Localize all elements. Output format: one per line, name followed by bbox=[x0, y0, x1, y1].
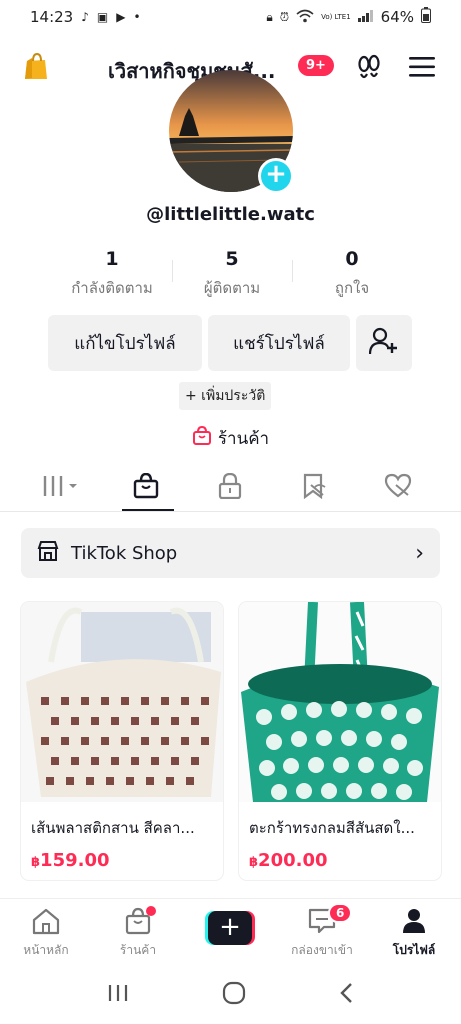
add-avatar-button[interactable]: + bbox=[258, 158, 294, 194]
profile-stats: 1 กำลังติดตาม 5 ผู้ติดตาม 0 ถูกใจ bbox=[52, 248, 412, 300]
nav-create[interactable]: + bbox=[184, 899, 276, 962]
product-card[interactable]: เส้นพลาสติกสาน สีคลา... ฿159.00 bbox=[21, 602, 223, 880]
product-currency: ฿ bbox=[31, 855, 41, 870]
profile-actions: แก้ไขโปรไฟล์ แชร์โปรไฟล์ bbox=[48, 315, 412, 371]
shopping-bag-tab-icon bbox=[133, 472, 159, 503]
followers-stat[interactable]: 5 ผู้ติดตาม bbox=[172, 248, 292, 300]
product-grid: เส้นพลาสติกสาน สีคลา... ฿159.00 ตะกร้าทร… bbox=[21, 602, 441, 880]
add-user-icon bbox=[368, 327, 399, 360]
bottom-nav: หน้าหลัก ร้านค้า + 6 กล่องขาเข้า โปรไฟล์ bbox=[0, 898, 461, 962]
following-count: 1 bbox=[105, 248, 119, 270]
tab-private[interactable] bbox=[188, 464, 272, 511]
product-price: ฿200.00 bbox=[239, 840, 441, 871]
status-time: 14:23 bbox=[30, 8, 74, 26]
username: @littlelittle.watc bbox=[146, 204, 315, 225]
create-button[interactable]: + bbox=[205, 911, 255, 945]
home-button-icon[interactable] bbox=[222, 981, 246, 1009]
more-notifications-dot-icon: • bbox=[133, 10, 141, 24]
storefront-icon bbox=[37, 540, 59, 566]
tab-liked[interactable] bbox=[356, 464, 440, 511]
product-currency: ฿ bbox=[249, 855, 259, 870]
nav-shop-label: ร้านค้า bbox=[119, 943, 157, 957]
youtube-notification-icon: ▶ bbox=[116, 10, 126, 24]
edit-profile-button[interactable]: แก้ไขโปรไฟล์ bbox=[48, 315, 202, 371]
tiktok-shop-label: TikTok Shop bbox=[71, 542, 178, 564]
lock-tab-icon bbox=[218, 472, 242, 503]
chevron-right-icon: › bbox=[415, 540, 424, 566]
product-card[interactable]: ตะกร้าทรงกลมสีสันสดใ... ฿200.00 bbox=[239, 602, 441, 880]
nav-profile-label: โปรไฟล์ bbox=[392, 943, 436, 957]
wifi-icon bbox=[296, 9, 314, 26]
alarm-icon: ⏰︎ bbox=[279, 9, 290, 24]
nav-profile[interactable]: โปรไฟล์ bbox=[368, 899, 460, 962]
nav-home-label: หน้าหลัก bbox=[23, 943, 69, 957]
product-price-value: 200.00 bbox=[258, 850, 328, 871]
product-title: ตะกร้าทรงกลมสีสันสดใ... bbox=[249, 819, 415, 837]
product-price-value: 159.00 bbox=[40, 850, 110, 871]
share-profile-button[interactable]: แชร์โปรไฟล์ bbox=[208, 315, 350, 371]
inbox-count-badge: 6 bbox=[328, 903, 353, 923]
likes-count: 0 bbox=[345, 248, 359, 270]
notification-badge[interactable]: 9+ bbox=[298, 55, 334, 76]
likes-stat[interactable]: 0 ถูกใจ bbox=[292, 248, 412, 300]
plus-icon: + bbox=[208, 911, 252, 945]
nav-shop[interactable]: ร้านค้า bbox=[92, 899, 184, 962]
battery-icon bbox=[421, 7, 431, 27]
signal-icon bbox=[357, 9, 374, 25]
content-tabs bbox=[0, 464, 461, 512]
bookmark-hidden-icon bbox=[301, 473, 327, 503]
footprint-icon[interactable] bbox=[355, 54, 383, 82]
followers-count: 5 bbox=[225, 248, 239, 270]
nav-home[interactable]: หน้าหลัก bbox=[0, 899, 92, 962]
shop-link-label: ร้านค้า bbox=[217, 429, 270, 449]
hamburger-menu-icon[interactable] bbox=[408, 56, 436, 78]
likes-label: ถูกใจ bbox=[334, 279, 370, 297]
product-image bbox=[21, 602, 223, 802]
shopping-bag-icon[interactable] bbox=[24, 52, 48, 80]
tab-videos[interactable] bbox=[20, 464, 104, 511]
profile-icon bbox=[400, 907, 428, 938]
shop-link[interactable]: ร้านค้า bbox=[0, 425, 461, 452]
product-title: เส้นพลาสติกสาน สีคลา... bbox=[31, 819, 195, 837]
following-label: กำลังติดตาม bbox=[71, 279, 153, 297]
tiktok-shop-bar[interactable]: TikTok Shop › bbox=[21, 528, 440, 578]
grid-filter-icon bbox=[42, 473, 82, 503]
nav-inbox-label: กล่องขาเข้า bbox=[291, 943, 353, 957]
status-bar: 14:23 ♪ ▣ ▶ • 🔒︎ ⏰︎ Vo) LTE1 64% bbox=[0, 0, 461, 34]
network-type: Vo) LTE1 bbox=[321, 13, 351, 21]
battery-percent: 64% bbox=[380, 8, 414, 26]
tab-saved[interactable] bbox=[272, 464, 356, 511]
tab-shop[interactable] bbox=[104, 464, 188, 511]
android-nav-bar bbox=[0, 966, 461, 1024]
shop-new-dot bbox=[146, 906, 156, 916]
tiktok-notification-icon: ♪ bbox=[81, 10, 89, 24]
recent-apps-icon[interactable] bbox=[107, 983, 129, 1007]
shop-notification-icon: ▣ bbox=[96, 10, 109, 24]
shop-bag-icon bbox=[192, 425, 212, 451]
nav-inbox[interactable]: 6 กล่องขาเข้า bbox=[276, 899, 368, 962]
add-friend-button[interactable] bbox=[356, 315, 412, 371]
following-stat[interactable]: 1 กำลังติดตาม bbox=[52, 248, 172, 300]
lock-icon: 🔒︎ bbox=[266, 9, 273, 24]
product-price: ฿159.00 bbox=[21, 840, 223, 871]
product-image bbox=[239, 602, 441, 802]
add-bio-button[interactable]: + เพิ่มประวัติ bbox=[179, 382, 272, 410]
heart-hidden-icon bbox=[384, 473, 412, 503]
home-icon bbox=[31, 907, 61, 938]
followers-label: ผู้ติดตาม bbox=[203, 279, 261, 297]
back-icon[interactable] bbox=[339, 982, 355, 1008]
